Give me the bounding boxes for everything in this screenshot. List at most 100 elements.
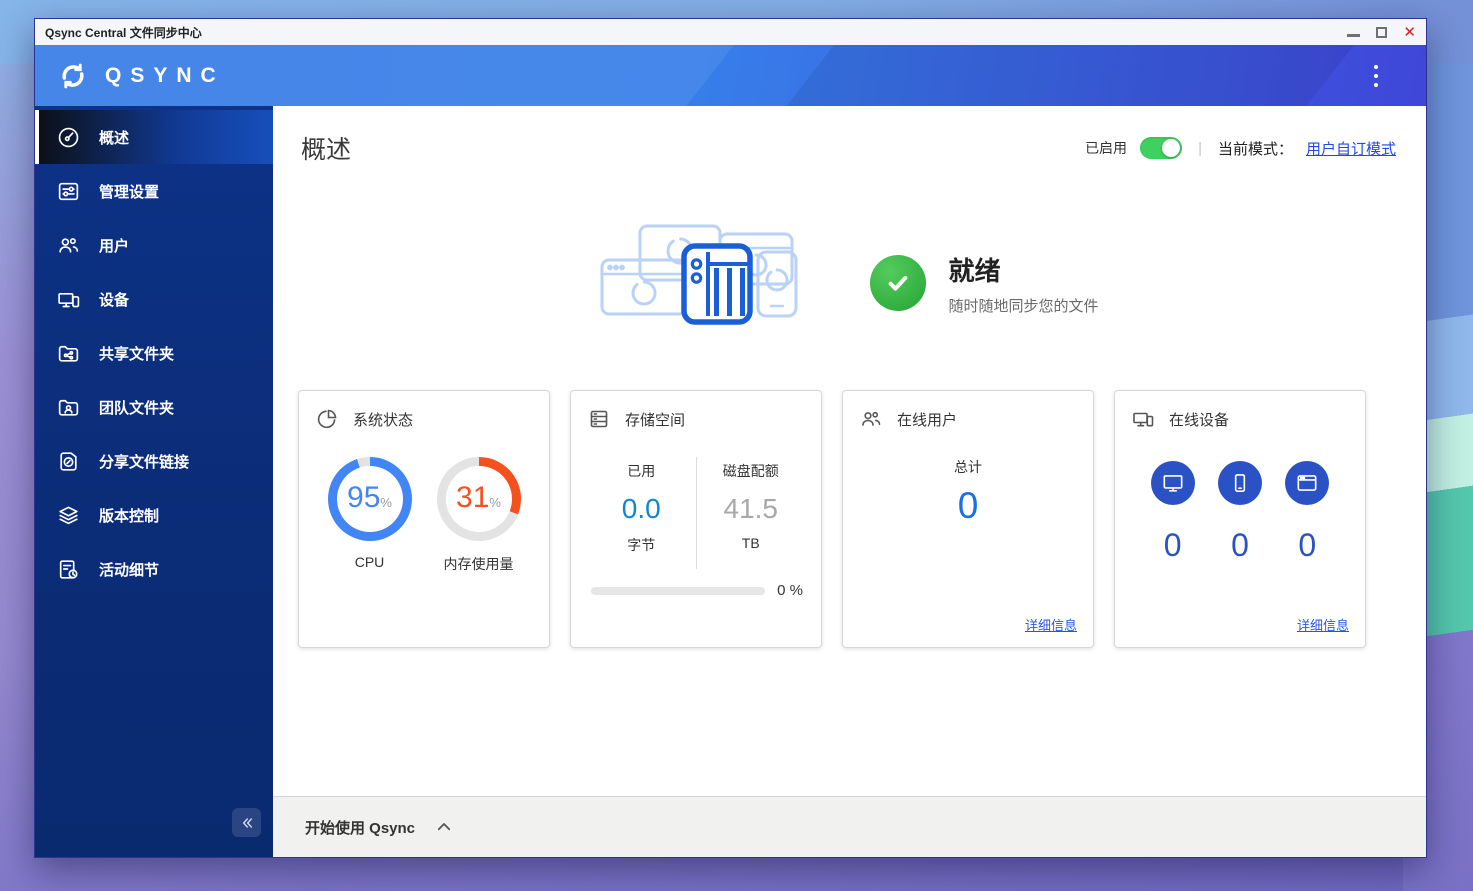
app-logo: QSYNC <box>57 60 225 92</box>
version-control-icon <box>59 506 78 524</box>
card-title: 在线设备 <box>1169 411 1230 429</box>
computer-count: 0 <box>1163 527 1182 563</box>
maximize-icon[interactable] <box>1376 26 1388 38</box>
sidebar-item-label: 管理设置 <box>99 183 160 201</box>
online-users-card: 在线用户 总计 0 详细信息 <box>842 390 1094 648</box>
browser-device-icon <box>1285 461 1330 505</box>
online-users-details-link[interactable]: 详细信息 <box>1025 615 1077 634</box>
storage-progress: 0 % <box>591 582 803 599</box>
sidebar-item-devices[interactable]: 设备 <box>35 272 273 326</box>
memory-unit: % <box>489 495 501 510</box>
settings-icon <box>58 182 79 200</box>
memory-donut: 31% <box>436 457 521 541</box>
status-subtitle: 随时随地同步您的文件 <box>948 297 1099 315</box>
sidebar-item-label: 设备 <box>99 291 130 309</box>
sidebar-item-version-control[interactable]: 版本控制 <box>35 488 273 542</box>
progress-label: 0 % <box>777 582 803 599</box>
quota-label: 磁盘配额 <box>722 463 779 479</box>
sidebar-item-label: 概述 <box>99 129 130 147</box>
current-mode-label: 当前模式： <box>1217 140 1293 158</box>
sidebar-item-share-file-links[interactable]: 分享文件链接 <box>35 434 273 488</box>
pie-chart-icon <box>317 409 337 429</box>
sync-devices-illustration <box>600 224 798 325</box>
summary-cards: 系统状态 95% CPU 31% 内存使用量 存储空间 已用 0.0 字节 磁盘… <box>273 390 1426 648</box>
sidebar-item-activity-details[interactable]: 活动细节 <box>35 542 273 596</box>
cpu-value: 95 <box>347 481 381 514</box>
sidebar-item-label: 版本控制 <box>99 507 160 525</box>
cpu-label: CPU <box>354 554 385 570</box>
window-titlebar: Qsync Central 文件同步中心 ✕ <box>35 19 1426 45</box>
total-label: 总计 <box>954 459 982 475</box>
chevron-up-icon[interactable] <box>435 818 453 836</box>
team-folder-icon <box>58 399 79 416</box>
card-title: 在线用户 <box>897 411 958 429</box>
sidebar-item-overview[interactable]: 概述 <box>35 110 273 164</box>
users-icon <box>59 237 79 253</box>
getting-started-bar[interactable]: 开始使用 Qsync <box>273 796 1426 857</box>
devices-icon <box>1133 412 1154 427</box>
double-chevron-left-icon <box>242 817 252 828</box>
status-title: 就绪 <box>948 255 1001 286</box>
sidebar-item-label: 活动细节 <box>99 561 160 579</box>
getting-started-label: 开始使用 Qsync <box>305 819 416 837</box>
used-unit: 字节 <box>627 537 656 553</box>
sidebar-item-shared-folders[interactable]: 共享文件夹 <box>35 326 273 380</box>
quota-unit: TB <box>741 535 760 551</box>
toggle-knob <box>1162 139 1181 157</box>
banner-decoration <box>740 45 1370 106</box>
devices-icon <box>58 292 80 307</box>
storage-quota: 磁盘配额 41.5 TB <box>697 457 806 569</box>
divider: | <box>1198 139 1202 157</box>
sidebar-item-label: 分享文件链接 <box>99 453 190 471</box>
logo-text: QSYNC <box>105 63 225 87</box>
sidebar-collapse-button[interactable] <box>232 808 261 837</box>
quota-value: 41.5 <box>723 493 779 524</box>
mobile-device-icon <box>1217 461 1262 505</box>
app-banner: QSYNC <box>35 45 1426 106</box>
minimize-icon[interactable] <box>1347 33 1361 37</box>
sidebar-item-label: 团队文件夹 <box>99 399 175 417</box>
memory-gauge: 31% 内存使用量 <box>436 457 521 574</box>
progress-track <box>591 586 766 595</box>
memory-label: 内存使用量 <box>443 556 514 572</box>
cpu-unit: % <box>380 495 392 510</box>
sidebar-item-label: 共享文件夹 <box>99 345 175 363</box>
overview-icon <box>58 127 79 147</box>
sidebar-item-users[interactable]: 用户 <box>35 218 273 272</box>
sidebar-item-label: 用户 <box>99 237 130 255</box>
card-title: 存储空间 <box>625 411 686 429</box>
more-options-kebab-icon[interactable] <box>1374 64 1378 87</box>
activity-icon <box>59 559 78 579</box>
online-devices-card: 在线设备 0 0 0 详细信息 <box>1114 390 1366 648</box>
window-controls: ✕ <box>1347 25 1416 40</box>
online-devices-details-link[interactable]: 详细信息 <box>1297 615 1349 634</box>
cpu-donut: 95% <box>327 457 412 541</box>
sidebar-item-management-settings[interactable]: 管理设置 <box>35 164 273 218</box>
storage-used: 已用 0.0 字节 <box>587 457 697 569</box>
share-link-icon <box>60 451 77 471</box>
enabled-label: 已启用 <box>1085 140 1128 156</box>
computer-device-icon <box>1150 461 1195 505</box>
shared-folder-icon <box>58 345 79 362</box>
window-title: Qsync Central 文件同步中心 <box>45 25 202 40</box>
card-title: 系统状态 <box>353 411 414 429</box>
system-status-card: 系统状态 95% CPU 31% 内存使用量 <box>298 390 550 648</box>
mobile-count: 0 <box>1231 527 1249 563</box>
storage-card: 存储空间 已用 0.0 字节 磁盘配额 41.5 TB 0 % <box>570 390 822 648</box>
page-title: 概述 <box>301 136 352 164</box>
close-icon[interactable]: ✕ <box>1403 25 1416 40</box>
sidebar: 概述 管理设置 用户 设备 共享文件夹 团队文件夹 分享文件链接 版本控制 活动… <box>35 106 273 857</box>
storage-icon <box>590 410 608 428</box>
sidebar-item-team-folders[interactable]: 团队文件夹 <box>35 380 273 434</box>
online-users-total: 0 <box>957 485 979 526</box>
used-value: 0.0 <box>621 493 661 524</box>
memory-value: 31 <box>456 481 490 514</box>
app-window: Qsync Central 文件同步中心 ✕ QSYNC 概述 管理设置 用户 … <box>34 18 1427 858</box>
mode-link[interactable]: 用户自订模式 <box>1306 138 1396 159</box>
used-label: 已用 <box>627 463 656 479</box>
sync-icon <box>62 63 84 88</box>
main-panel: 概述 已启用 | 当前模式： 用户自订模式 就绪 随时随地同步您的文件 系统状态… <box>273 106 1426 857</box>
qsync-enabled-toggle[interactable] <box>1140 137 1183 159</box>
browser-count: 0 <box>1298 527 1317 563</box>
cpu-gauge: 95% CPU <box>327 457 412 574</box>
